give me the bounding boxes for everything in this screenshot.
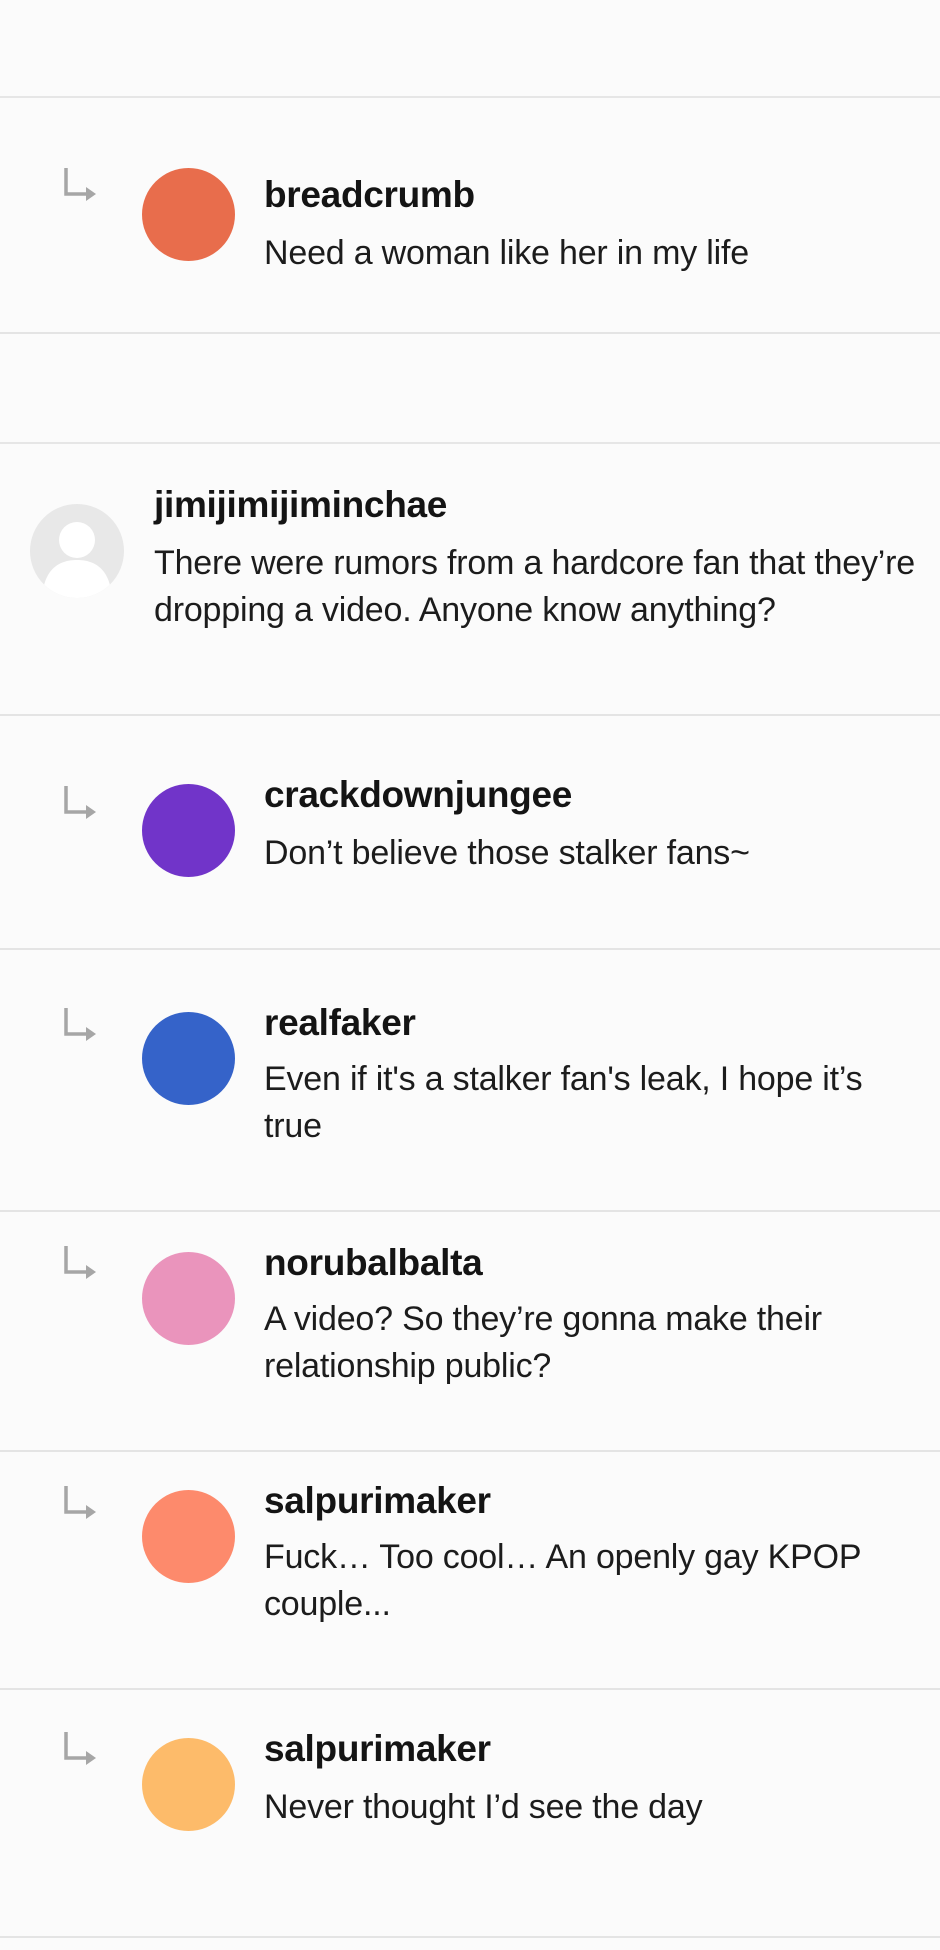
comment-reply: crackdownjungee Don’t believe those stal…	[0, 716, 940, 950]
comment-body: salpurimaker Fuck… Too cool… An openly g…	[264, 1478, 916, 1628]
comment-reply: norubalbalta A video? So they’re gonna m…	[0, 1212, 940, 1452]
top-spacer	[0, 0, 940, 98]
comment-username[interactable]: breadcrumb	[264, 172, 916, 218]
comment-top-level: jimijimijiminchae There were rumors from…	[0, 444, 940, 716]
comment-username[interactable]: jimijimijiminchae	[154, 482, 916, 528]
default-avatar[interactable]	[30, 504, 124, 598]
comment-text: There were rumors from a hardcore fan th…	[154, 544, 915, 629]
avatar[interactable]	[142, 1012, 235, 1105]
comment-body: norubalbalta A video? So they’re gonna m…	[264, 1240, 916, 1390]
comment-text: Don’t believe those stalker fans~	[264, 834, 750, 872]
comment-reply: realfaker Even if it's a stalker fan's l…	[0, 950, 940, 1212]
section-gap	[0, 334, 940, 444]
comment-body: crackdownjungee Don’t believe those stal…	[264, 772, 916, 877]
person-icon	[42, 522, 112, 598]
comment-body: jimijimijiminchae There were rumors from…	[154, 482, 916, 634]
comment-username[interactable]: salpurimaker	[264, 1478, 916, 1524]
comment-reply: breadcrumb Need a woman like her in my l…	[0, 98, 940, 334]
avatar[interactable]	[142, 784, 235, 877]
comment-text: A video? So they’re gonna make their rel…	[264, 1300, 822, 1385]
avatar[interactable]	[142, 1738, 235, 1831]
reply-arrow-icon	[64, 1732, 96, 1765]
avatar[interactable]	[142, 1490, 235, 1583]
comment-text: Need a woman like her in my life	[264, 234, 749, 272]
comment-text: Never thought I’d see the day	[264, 1788, 703, 1826]
reply-arrow-icon	[64, 168, 96, 201]
comment-username[interactable]: crackdownjungee	[264, 772, 916, 818]
comment-username[interactable]: realfaker	[264, 1000, 916, 1046]
reply-arrow-icon	[64, 1008, 96, 1041]
comment-username[interactable]: norubalbalta	[264, 1240, 916, 1286]
comment-text: Fuck… Too cool… An openly gay KPOP coupl…	[264, 1538, 861, 1623]
avatar[interactable]	[142, 1252, 235, 1345]
comment-reply: salpurimaker Never thought I’d see the d…	[0, 1690, 940, 1938]
avatar[interactable]	[142, 168, 235, 261]
reply-arrow-icon	[64, 786, 96, 819]
comment-body: breadcrumb Need a woman like her in my l…	[264, 172, 916, 277]
comment-text: Even if it's a stalker fan's leak, I hop…	[264, 1060, 863, 1145]
comment-reply: salpurimaker Fuck… Too cool… An openly g…	[0, 1452, 940, 1690]
comment-body: realfaker Even if it's a stalker fan's l…	[264, 1000, 916, 1150]
comment-username[interactable]: salpurimaker	[264, 1726, 916, 1772]
reply-arrow-icon	[64, 1246, 96, 1279]
comment-body: salpurimaker Never thought I’d see the d…	[264, 1726, 916, 1831]
reply-arrow-icon	[64, 1486, 96, 1519]
